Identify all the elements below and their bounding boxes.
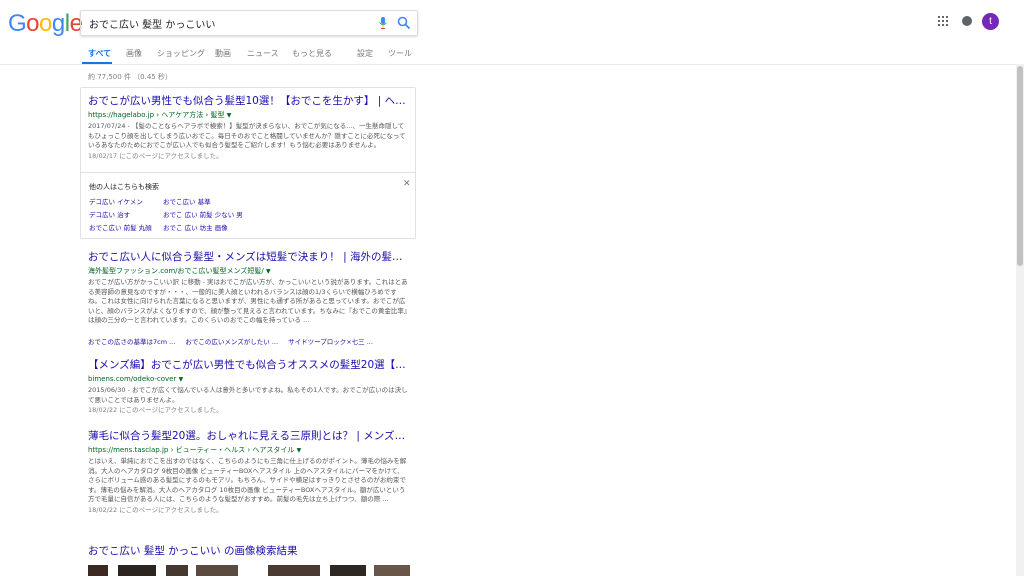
microphone-icon[interactable]	[377, 16, 389, 30]
logo-letter: o	[39, 10, 52, 37]
sitelink[interactable]: おでこの広いメンズがしたい ...	[185, 338, 278, 346]
tab-settings[interactable]: 設定	[357, 48, 373, 59]
search-icon[interactable]	[397, 16, 411, 30]
related-search-link[interactable]: デコ広い 治す	[89, 209, 130, 219]
image-thumbnail[interactable]	[330, 565, 366, 576]
result-snippet: とはいえ、単純におでこを出すのではなく、こちらのようにも三角に仕上げるのがポイン…	[88, 457, 407, 503]
image-thumbnail[interactable]	[374, 565, 410, 576]
active-tab-indicator	[82, 62, 112, 64]
scrollbar-thumb[interactable]	[1017, 66, 1023, 266]
result-visited: 18/02/22 にこのページにアクセスしました。	[88, 406, 223, 414]
result-visited: 18/02/22 にこのページにアクセスしました。	[88, 505, 223, 514]
result-visited: 18/02/17 にこのページにアクセスしました。	[88, 151, 223, 160]
notifications-icon[interactable]	[962, 16, 972, 26]
search-result: おでこ広い人に似合う髪型・メンズは短髪で決まり！ | 海外の髪型と ... 海外…	[88, 250, 408, 326]
sitelink[interactable]: サイドツーブロック×七三 ...	[288, 338, 373, 346]
result-url: bimens.com/odeko-cover ▼	[88, 374, 408, 385]
result-url-text: 海外髪型ファッション.com/おでこ広い髪型メンズ短髪/	[88, 267, 264, 275]
result-stats: 約 77,500 件 （0.45 秒）	[88, 73, 172, 81]
search-result: 薄毛に似合う髪型20選。おしゃれに見える三原則とは？ | メンズファッ... h…	[88, 429, 408, 515]
avatar[interactable]: t	[982, 13, 999, 30]
divider	[81, 172, 415, 173]
result-title-link[interactable]: 【メンズ編】おでこが広い男性でも似合うオススメの髪型20選【面長】...	[88, 358, 408, 372]
result-url-text: https://mens.tasclap.jp › ビューティー・ヘルス › ヘ…	[88, 446, 295, 454]
tab-images[interactable]: 画像	[126, 48, 142, 59]
google-logo[interactable]: Google	[8, 10, 83, 38]
image-thumbnail[interactable]	[118, 565, 156, 576]
search-result: 【メンズ編】おでこが広い男性でも似合うオススメの髪型20選【面長】... bim…	[88, 358, 408, 416]
image-thumbnail[interactable]	[196, 565, 238, 576]
people-also-search-heading: 他の人はこちらも検索	[89, 183, 159, 191]
result-url-text: bimens.com/odeko-cover	[88, 375, 177, 383]
apps-grid-icon[interactable]	[938, 16, 948, 26]
logo-letter: g	[51, 10, 65, 37]
tab-more[interactable]: もっと見る	[292, 48, 332, 59]
dropdown-arrow-icon[interactable]: ▼	[297, 447, 302, 454]
image-thumbnail[interactable]	[88, 565, 108, 576]
result-url: https://hagelabo.jp › ヘアケア方法 › 髪型 ▼	[88, 110, 408, 121]
image-results-heading[interactable]: おでこ広い 髪型 かっこいい の画像検索結果	[88, 543, 298, 558]
result-title-link[interactable]: おでこが広い男性でも似合う髪型10選！【おでこを生かす】 | ヘアラボ...	[88, 94, 408, 108]
result-sitelinks: おでこの広さの基準は7cm ... おでこの広いメンズがしたい ... サイドツ…	[88, 336, 381, 346]
related-search-link[interactable]: おでこ 広い 坊主 画像	[163, 222, 228, 232]
related-search-link[interactable]: デコ広い イケメン	[89, 196, 143, 206]
search-result: おでこが広い男性でも似合う髪型10選！【おでこを生かす】 | ヘアラボ... h…	[88, 94, 408, 161]
result-url-text: https://hagelabo.jp › ヘアケア方法 › 髪型	[88, 111, 225, 119]
result-snippet: 2015/06/30 - おでこが広くて悩んでいる人は意外と多いですよね。私もそ…	[88, 386, 408, 404]
logo-letter: G	[8, 10, 27, 37]
sitelink[interactable]: おでこの広さの基準は7cm ...	[88, 338, 175, 346]
dropdown-arrow-icon[interactable]: ▼	[266, 268, 271, 275]
result-url: https://mens.tasclap.jp › ビューティー・ヘルス › ヘ…	[88, 445, 408, 456]
tab-all[interactable]: すべて	[88, 48, 111, 59]
related-search-link[interactable]: おでこ広い 前髪 丸顔	[89, 222, 152, 232]
result-title-link[interactable]: 薄毛に似合う髪型20選。おしゃれに見える三原則とは？ | メンズファッ...	[88, 429, 408, 443]
search-tabs: すべて 画像 ショッピング 動画 ニュース もっと見る 設定 ツール	[0, 44, 1024, 64]
result-url: 海外髪型ファッション.com/おでこ広い髪型メンズ短髪/ ▼	[88, 266, 408, 277]
dropdown-arrow-icon[interactable]: ▼	[179, 376, 184, 383]
image-thumbnail[interactable]	[166, 565, 188, 576]
tab-tools[interactable]: ツール	[388, 48, 412, 59]
result-snippet: 2017/07/24 - 【髪のことならヘアラボで検索！】髪型が決まらない、おで…	[88, 122, 406, 149]
result-snippet: おでこが広い方がかっこいい訳 に移動 - 実はおでこが広い方が、かっこいいという…	[88, 278, 408, 324]
tab-news[interactable]: ニュース	[247, 48, 279, 59]
related-search-link[interactable]: おでこ 広い 前髪 少ない 男	[163, 209, 243, 219]
tab-shopping[interactable]: ショッピング	[157, 48, 205, 59]
dropdown-arrow-icon[interactable]: ▼	[227, 112, 232, 119]
image-thumbnail[interactable]	[268, 565, 320, 576]
logo-letter: o	[26, 10, 40, 37]
tab-videos[interactable]: 動画	[215, 48, 231, 59]
search-input[interactable]: おでこ広い 髪型 かっこいい	[89, 16, 215, 31]
result-title-link[interactable]: おでこ広い人に似合う髪型・メンズは短髪で決まり！ | 海外の髪型と ...	[88, 250, 408, 264]
search-box[interactable]: おでこ広い 髪型 かっこいい	[80, 10, 418, 36]
related-search-link[interactable]: おでこ広い 基準	[163, 196, 211, 206]
close-icon[interactable]: ✕	[403, 179, 411, 189]
